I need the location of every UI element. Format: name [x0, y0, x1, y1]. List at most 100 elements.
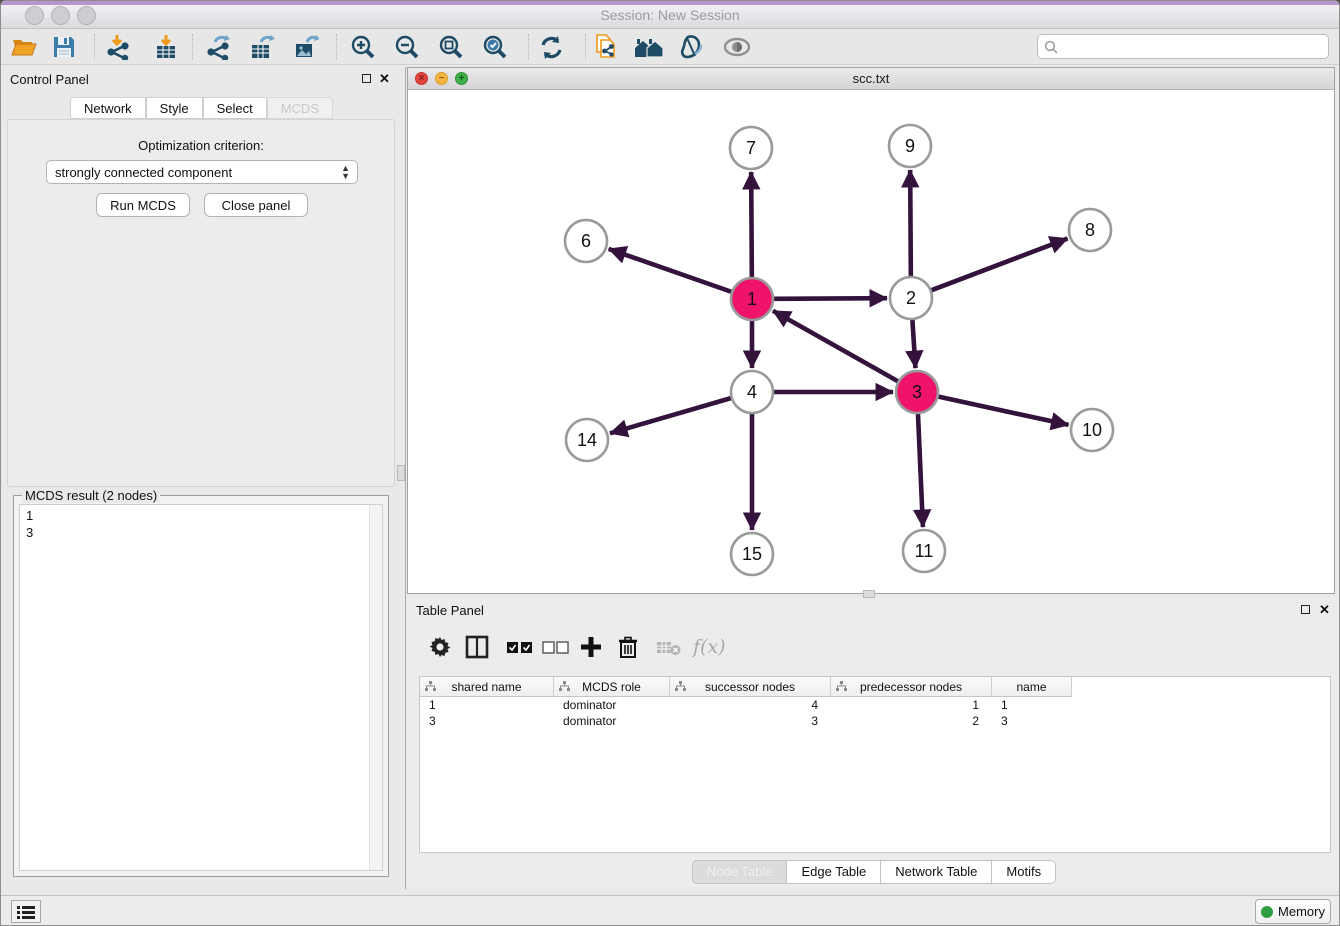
first-neighbors-icon[interactable]	[632, 33, 666, 61]
network-window-titlebar[interactable]: × − + scc.txt	[408, 68, 1334, 90]
tab-edge-table[interactable]: Edge Table	[787, 860, 881, 884]
import-network-icon[interactable]	[101, 33, 135, 61]
zoom-selected-icon[interactable]	[478, 33, 512, 61]
float-table-panel-icon[interactable]	[1301, 605, 1310, 614]
zoom-fit-icon[interactable]	[434, 33, 468, 61]
cell-name[interactable]: 3	[992, 713, 1072, 729]
open-session-icon[interactable]	[7, 33, 41, 61]
close-panel-icon[interactable]: ✕	[379, 71, 390, 87]
refresh-icon[interactable]	[534, 33, 568, 61]
task-history-button[interactable]	[11, 900, 41, 923]
optimization-criterion-dropdown[interactable]: strongly connected component ▲▼	[46, 160, 358, 184]
close-panel-button[interactable]: Close panel	[204, 193, 308, 217]
mcds-result-list[interactable]: 13	[19, 504, 383, 871]
table-toolbar: f(x)	[413, 624, 1335, 672]
export-table-icon[interactable]	[245, 33, 279, 61]
cell-predecessor-nodes[interactable]: 1	[831, 697, 992, 713]
node-10[interactable]: 10	[1071, 409, 1113, 451]
save-session-icon[interactable]	[47, 33, 81, 61]
cell-MCDS-role[interactable]: dominator	[554, 697, 670, 713]
window-titlebar: Session: New Session	[1, 1, 1339, 29]
delete-table-icon[interactable]	[656, 632, 682, 662]
node-15[interactable]: 15	[731, 533, 773, 575]
cell-successor-nodes[interactable]: 4	[670, 697, 831, 713]
import-table-icon[interactable]	[149, 33, 183, 61]
edge-3-10[interactable]	[938, 397, 1068, 425]
node-table: shared nameMCDS rolesuccessor nodesprede…	[419, 676, 1331, 853]
deselect-all-columns-icon[interactable]	[542, 632, 569, 662]
node-14[interactable]: 14	[566, 419, 608, 461]
mcds-result-item[interactable]: 3	[26, 524, 382, 541]
node-3[interactable]: 3	[896, 371, 938, 413]
search-icon	[1044, 40, 1058, 54]
horizontal-splitter-handle[interactable]	[863, 590, 875, 598]
cell-MCDS-role[interactable]: dominator	[554, 713, 670, 729]
network-canvas[interactable]: 7 9 6 8 1 2 4 3 14 10 15 11	[408, 90, 1334, 593]
select-all-columns-icon[interactable]	[506, 632, 533, 662]
tab-style[interactable]: Style	[146, 97, 203, 119]
node-4[interactable]: 4	[731, 371, 773, 413]
column-header-successor-nodes[interactable]: successor nodes	[670, 677, 831, 697]
column-header-name[interactable]: name	[992, 677, 1072, 697]
zoom-in-icon[interactable]	[346, 33, 380, 61]
add-column-icon[interactable]	[580, 632, 602, 662]
mcds-result-scrollbar[interactable]	[369, 505, 382, 870]
svg-text:1: 1	[747, 289, 757, 309]
node-7[interactable]: 7	[730, 127, 772, 169]
table-row[interactable]: 1dominator411	[420, 697, 1330, 713]
edge-1-6[interactable]	[609, 249, 732, 292]
search-input[interactable]	[1058, 39, 1328, 54]
hide-selected-eye-icon[interactable]	[720, 33, 754, 61]
vertical-splitter-handle[interactable]	[397, 465, 405, 481]
export-image-icon[interactable]	[289, 33, 323, 61]
tab-network[interactable]: Network	[70, 97, 146, 119]
run-mcds-button[interactable]: Run MCDS	[96, 193, 190, 217]
edge-1-2[interactable]	[774, 298, 887, 299]
node-8[interactable]: 8	[1069, 209, 1111, 251]
cell-shared-name[interactable]: 1	[420, 697, 554, 713]
table-row[interactable]: 3dominator323	[420, 713, 1330, 729]
cell-successor-nodes[interactable]: 3	[670, 713, 831, 729]
toolbar-separator	[192, 34, 193, 60]
clone-network-icon[interactable]	[589, 33, 623, 61]
column-header-predecessor-nodes[interactable]: predecessor nodes	[831, 677, 992, 697]
panel-layout-icon[interactable]	[465, 632, 489, 662]
search-box[interactable]	[1037, 34, 1329, 59]
mcds-result-item[interactable]: 1	[26, 507, 382, 524]
optimization-criterion-label: Optimization criterion:	[8, 138, 394, 153]
column-header-MCDS-role[interactable]: MCDS role	[554, 677, 670, 697]
delete-column-icon[interactable]	[618, 632, 638, 662]
column-header-shared-name[interactable]: shared name	[420, 677, 554, 697]
memory-button[interactable]: Memory	[1255, 899, 1331, 924]
node-6[interactable]: 6	[565, 220, 607, 262]
cell-shared-name[interactable]: 3	[420, 713, 554, 729]
tab-node-table[interactable]: Node Table	[692, 860, 788, 884]
edge-2-8[interactable]	[932, 239, 1068, 291]
close-table-panel-icon[interactable]: ✕	[1319, 602, 1330, 618]
control-panel-tabs: NetworkStyleSelectMCDS	[1, 97, 402, 119]
edge-1-7[interactable]	[751, 172, 752, 277]
node-9[interactable]: 9	[889, 125, 931, 167]
visual-styles-icon[interactable]	[676, 33, 710, 61]
node-1[interactable]: 1	[731, 278, 773, 320]
edge-2-3[interactable]	[912, 320, 915, 368]
table-options-gear-icon[interactable]	[429, 632, 451, 662]
edge-4-14[interactable]	[610, 398, 731, 433]
node-11[interactable]: 11	[903, 530, 945, 572]
zoom-out-icon[interactable]	[390, 33, 424, 61]
cell-predecessor-nodes[interactable]: 2	[831, 713, 992, 729]
tab-network-table[interactable]: Network Table	[881, 860, 992, 884]
cell-name[interactable]: 1	[992, 697, 1072, 713]
tab-motifs[interactable]: Motifs	[992, 860, 1056, 884]
tab-select[interactable]: Select	[203, 97, 267, 119]
tab-mcds[interactable]: MCDS	[267, 97, 333, 119]
edge-3-1[interactable]	[773, 311, 898, 381]
float-panel-icon[interactable]	[362, 74, 371, 83]
function-builder-icon[interactable]: f(x)	[693, 632, 726, 662]
edge-3-11[interactable]	[918, 414, 923, 527]
table-panel-tabs: Node TableEdge TableNetwork TableMotifs	[407, 860, 1340, 884]
edge-2-9[interactable]	[910, 170, 911, 276]
node-2[interactable]: 2	[890, 277, 932, 319]
control-panel-title: Control Panel	[10, 72, 89, 87]
export-network-icon[interactable]	[201, 33, 235, 61]
